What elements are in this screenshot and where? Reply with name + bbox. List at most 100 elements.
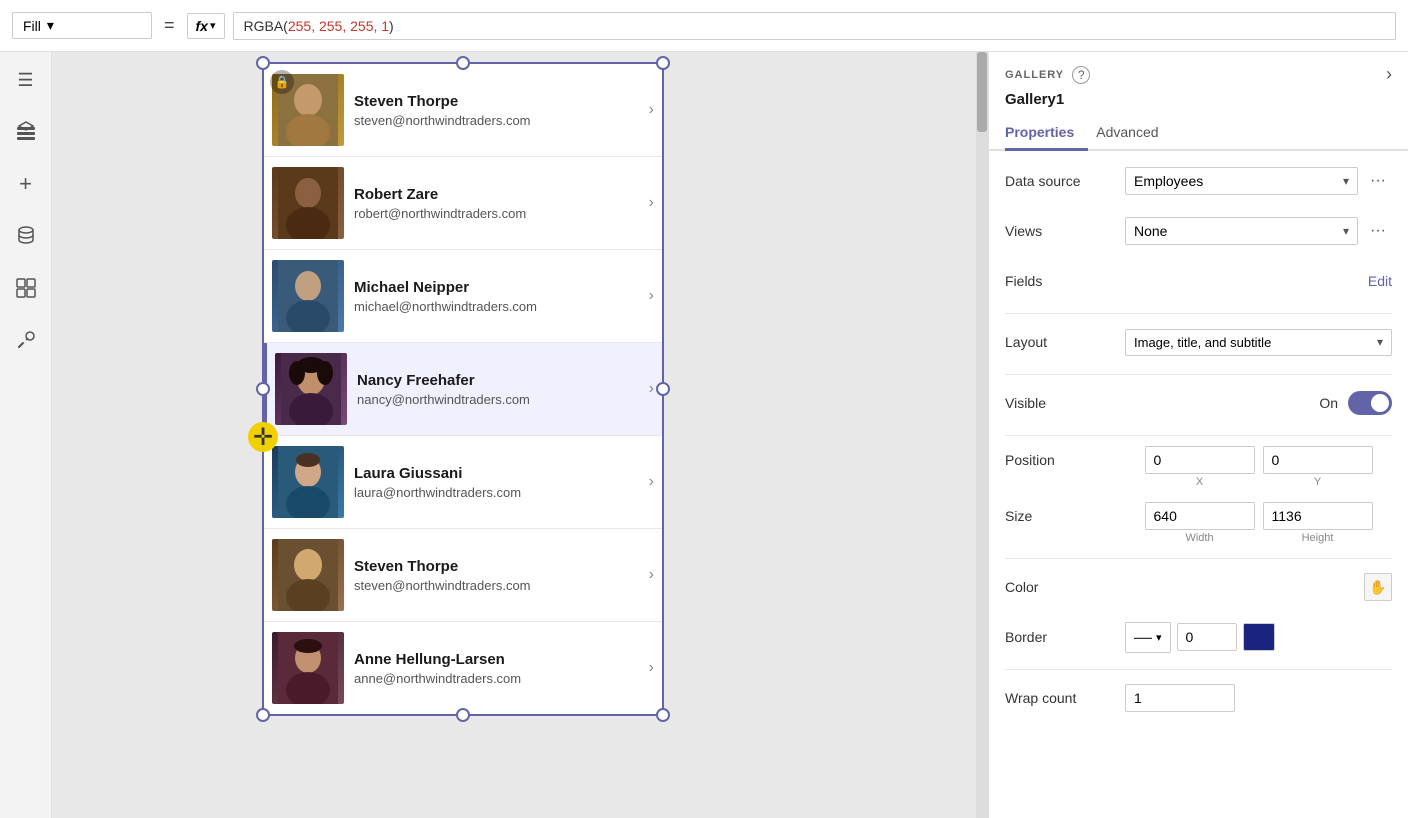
prop-layout: Layout Image, title, and subtitle ▾: [1005, 324, 1392, 360]
avatar: [272, 167, 344, 239]
item-info: Nancy Freehafer nancy@northwindtraders.c…: [357, 372, 643, 407]
chevron-right-icon: ›: [649, 380, 654, 398]
sidebar-icon-database[interactable]: [10, 220, 42, 252]
move-cursor-icon: ✛: [248, 422, 278, 452]
border-color-swatch[interactable]: [1243, 623, 1275, 651]
sidebar-icon-add[interactable]: +: [10, 168, 42, 200]
position-inputs: X Y: [1125, 446, 1392, 488]
gallery-item[interactable]: Robert Zare robert@northwindtraders.com …: [264, 157, 662, 250]
visible-toggle[interactable]: [1348, 391, 1392, 415]
resize-handle-topright[interactable]: [656, 56, 670, 70]
views-dropdown[interactable]: None ▾: [1125, 217, 1358, 245]
size-width-field: Width: [1145, 502, 1255, 544]
chevron-right-icon: ›: [649, 101, 654, 119]
wrap-count-input[interactable]: [1125, 684, 1235, 712]
color-icon: ✋: [1369, 579, 1386, 596]
wrap-count-value: [1125, 684, 1392, 712]
sidebar-icon-layers[interactable]: [10, 116, 42, 148]
item-info: Anne Hellung-Larsen anne@northwindtrader…: [354, 651, 643, 686]
resize-handle-bottomleft[interactable]: [256, 708, 270, 722]
prop-fields: Fields Edit: [1005, 263, 1392, 299]
size-height-input[interactable]: [1263, 502, 1373, 530]
gallery-item[interactable]: Michael Neipper michael@northwindtraders…: [264, 250, 662, 343]
item-info: Laura Giussani laura@northwindtraders.co…: [354, 465, 643, 500]
data-source-dropdown[interactable]: Employees ▾: [1125, 167, 1358, 195]
color-value: ✋: [1125, 573, 1392, 601]
chevron-down-icon: ▾: [47, 17, 54, 34]
canvas-scrollbar[interactable]: [976, 52, 988, 818]
resize-handle-left[interactable]: [256, 382, 270, 396]
sidebar-icon-components[interactable]: [10, 272, 42, 304]
sidebar-icon-hamburger[interactable]: ☰: [10, 64, 42, 96]
fx-button[interactable]: fx ▾: [187, 13, 225, 39]
resize-handle-bottom[interactable]: [456, 708, 470, 722]
position-x-label: X: [1196, 476, 1203, 488]
fill-label: Fill: [23, 18, 41, 34]
data-source-label: Data source: [1005, 173, 1125, 189]
border-line-icon: —: [1134, 627, 1152, 648]
resize-handle-topleft[interactable]: [256, 56, 270, 70]
border-style-dropdown[interactable]: — ▾: [1125, 622, 1171, 653]
fields-label: Fields: [1005, 273, 1125, 289]
sidebar-icon-tools[interactable]: [10, 324, 42, 356]
avatar: [272, 446, 344, 518]
data-source-selected: Employees: [1134, 173, 1203, 189]
position-y-input[interactable]: [1263, 446, 1373, 474]
item-email: laura@northwindtraders.com: [354, 485, 643, 500]
item-email: anne@northwindtraders.com: [354, 671, 643, 686]
views-selected: None: [1134, 223, 1167, 239]
layout-selected: Image, title, and subtitle: [1134, 335, 1271, 350]
chevron-down-icon: ▾: [1377, 335, 1383, 349]
prop-position: Position X Y: [1005, 446, 1392, 488]
item-name: Anne Hellung-Larsen: [354, 651, 643, 668]
size-width-input[interactable]: [1145, 502, 1255, 530]
position-label: Position: [1005, 446, 1125, 468]
panel-help-icon[interactable]: ?: [1072, 66, 1090, 84]
formula-bar[interactable]: RGBA(255, 255, 255, 1): [233, 12, 1397, 40]
item-info: Steven Thorpe steven@northwindtraders.co…: [354, 93, 643, 128]
panel-forward-button[interactable]: ›: [1386, 64, 1392, 85]
chevron-right-icon: ›: [649, 566, 654, 584]
formula-prefix: RGBA(: [244, 18, 288, 34]
item-email: steven@northwindtraders.com: [354, 113, 643, 128]
size-height-label: Height: [1302, 532, 1334, 544]
gallery-item[interactable]: Steven Thorpe steven@northwindtraders.co…: [264, 64, 662, 157]
gallery-widget[interactable]: 🔒 Steven Thorpe: [262, 62, 664, 716]
gallery-item[interactable]: Laura Giussani laura@northwindtraders.co…: [264, 436, 662, 529]
prop-views: Views None ▾ ···: [1005, 213, 1392, 249]
tab-advanced[interactable]: Advanced: [1096, 116, 1172, 151]
divider: [1005, 313, 1392, 314]
scrollbar-thumb[interactable]: [977, 52, 987, 132]
prop-data-source: Data source Employees ▾ ···: [1005, 163, 1392, 199]
panel-tabs: Properties Advanced: [989, 116, 1408, 151]
tab-properties[interactable]: Properties: [1005, 116, 1088, 151]
views-ellipsis[interactable]: ···: [1364, 217, 1392, 245]
gallery-lock-icon: 🔒: [270, 70, 294, 94]
item-name: Steven Thorpe: [354, 93, 643, 110]
views-value: None ▾ ···: [1125, 217, 1392, 245]
chevron-down-icon: ▾: [1343, 224, 1349, 238]
right-panel: GALLERY ? › Gallery1 Properties Advanced…: [988, 52, 1408, 818]
item-name: Robert Zare: [354, 186, 643, 203]
fields-edit-link[interactable]: Edit: [1368, 273, 1392, 289]
avatar: [275, 353, 347, 425]
resize-handle-top[interactable]: [456, 56, 470, 70]
gallery-item[interactable]: Steven Thorpe steven@northwindtraders.co…: [264, 529, 662, 622]
resize-handle-right[interactable]: [656, 382, 670, 396]
panel-body: Data source Employees ▾ ··· Views None ▾: [989, 151, 1408, 818]
left-sidebar: ☰ +: [0, 52, 52, 818]
resize-handle-bottomright[interactable]: [656, 708, 670, 722]
main-area: ☰ +: [0, 52, 1408, 818]
border-width-input[interactable]: [1177, 623, 1237, 651]
formula-suffix: ): [389, 18, 394, 34]
visible-control: On: [1125, 391, 1392, 415]
fill-dropdown[interactable]: Fill ▾: [12, 12, 152, 39]
avatar: [272, 260, 344, 332]
gallery-item[interactable]: Anne Hellung-Larsen anne@northwindtrader…: [264, 622, 662, 714]
layout-dropdown[interactable]: Image, title, and subtitle ▾: [1125, 329, 1392, 356]
color-swatch[interactable]: ✋: [1364, 573, 1392, 601]
data-source-ellipsis[interactable]: ···: [1364, 167, 1392, 195]
layout-label: Layout: [1005, 334, 1125, 350]
position-x-input[interactable]: [1145, 446, 1255, 474]
gallery-item-active[interactable]: Nancy Freehafer nancy@northwindtraders.c…: [264, 343, 662, 436]
